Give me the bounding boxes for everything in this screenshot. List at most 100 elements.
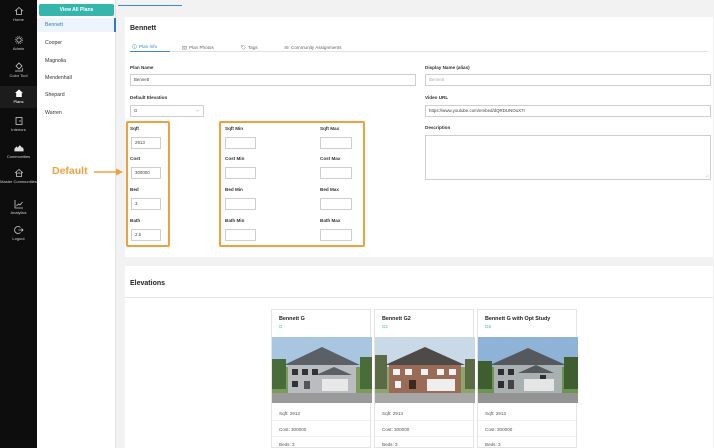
cost-input[interactable]: 300000 bbox=[131, 167, 161, 179]
tab-label: Plan Photos bbox=[189, 44, 214, 50]
bath-label: Bath bbox=[130, 218, 141, 223]
description-textarea[interactable] bbox=[425, 135, 711, 180]
elevation-name: Bennett G with Opt Study bbox=[485, 316, 551, 322]
plan-name-label: Plan Name bbox=[130, 65, 154, 70]
sqft-max-label: Sqft Max bbox=[320, 126, 340, 131]
tab-plan-photos[interactable]: Plan Photos bbox=[182, 42, 214, 52]
divider bbox=[272, 436, 372, 437]
nav-item-logout[interactable]: Logout bbox=[0, 225, 37, 244]
plans-list: View All Plans Bennett Cooper Magnolia M… bbox=[37, 0, 116, 448]
tab-tags[interactable]: Tags bbox=[241, 42, 258, 52]
elevation-code: G bbox=[279, 324, 283, 329]
bed-input[interactable]: 3 bbox=[131, 198, 161, 210]
nav-item-analytics[interactable]: Analytics bbox=[0, 199, 37, 218]
neighborhood-icon bbox=[13, 145, 24, 152]
tab-community-assignments[interactable]: Community Assignments bbox=[284, 42, 342, 52]
bed-max-input[interactable] bbox=[320, 198, 352, 210]
paint-bucket-icon bbox=[14, 62, 23, 72]
house-icon bbox=[14, 89, 23, 97]
sqft-input[interactable]: 2913 bbox=[131, 137, 161, 149]
video-url-label: Video URL bbox=[425, 95, 449, 100]
bath-min-input[interactable] bbox=[225, 229, 256, 241]
home-icon bbox=[14, 6, 23, 15]
elevation-house-photo bbox=[272, 337, 372, 403]
elevation-sqft: Sqft: 2913 bbox=[382, 411, 403, 416]
nav-label: Master Communities bbox=[0, 179, 37, 184]
elevation-card[interactable]: Bennett G2 G2 Sqft: 2913 Cost: 300000 Be… bbox=[374, 309, 475, 448]
plan-list-item[interactable]: Mendenhall bbox=[37, 71, 116, 85]
resize-grip-icon[interactable] bbox=[705, 174, 709, 178]
elevation-cost: Cost: 300000 bbox=[485, 427, 513, 432]
bed-label: Bed bbox=[130, 187, 139, 192]
bed-min-label: Bed Min bbox=[225, 187, 243, 192]
gear-icon bbox=[14, 35, 23, 45]
display-name-input[interactable]: Bennett bbox=[425, 74, 711, 86]
divider bbox=[375, 420, 475, 421]
bath-max-input[interactable] bbox=[320, 229, 352, 241]
sqft-min-label: Sqft Min bbox=[225, 126, 244, 131]
nav-item-master-communities[interactable]: Master Communities bbox=[0, 168, 37, 194]
nav-item-home[interactable]: Home bbox=[0, 6, 37, 25]
nav-label: Communities bbox=[6, 154, 31, 159]
divider bbox=[375, 436, 475, 437]
nav-item-communities[interactable]: Communities bbox=[0, 143, 37, 162]
nav-item-interiors[interactable]: Interiors bbox=[0, 116, 37, 135]
divider bbox=[272, 420, 372, 421]
elevation-house-photo bbox=[478, 337, 578, 403]
elevations-title: Elevations bbox=[130, 280, 166, 287]
plan-list-item[interactable]: Warren bbox=[37, 106, 116, 120]
tag-icon bbox=[241, 44, 246, 50]
nav-label: Analytics bbox=[10, 210, 27, 215]
elevation-card[interactable]: Bennett G G Sqft: 2913 Cost: 300000 Beds… bbox=[271, 309, 372, 448]
nav-item-admin[interactable]: Admin bbox=[0, 35, 37, 54]
cost-max-label: Cost Max bbox=[320, 156, 341, 161]
logout-icon bbox=[13, 226, 24, 234]
nav-label: Color Tool bbox=[9, 73, 28, 78]
plan-list-item[interactable]: Shepard bbox=[37, 88, 116, 102]
description-label: Description bbox=[425, 125, 451, 130]
tab-label: Plan Info bbox=[139, 44, 158, 49]
tab-plan-info[interactable]: Plan Info bbox=[130, 42, 170, 52]
plan-title: Bennett bbox=[130, 25, 157, 32]
nav-item-color-tool[interactable]: Color Tool bbox=[0, 62, 37, 81]
bed-min-input[interactable] bbox=[225, 198, 256, 210]
default-elevation-select[interactable]: G bbox=[130, 105, 204, 117]
plan-list-item[interactable]: Cooper bbox=[37, 36, 116, 50]
elevation-card[interactable]: Bennett G with Opt Study GS Sqft: 2913 C… bbox=[477, 309, 578, 448]
elevation-code: GS bbox=[485, 324, 492, 329]
sqft-label: Sqft bbox=[130, 126, 139, 131]
cost-min-input[interactable] bbox=[225, 167, 256, 179]
nav-label: Home bbox=[13, 17, 24, 22]
elevation-sqft: Sqft: 2913 bbox=[485, 411, 506, 416]
divider bbox=[478, 436, 578, 437]
nav-item-plans[interactable]: Plans bbox=[0, 86, 37, 108]
plan-info-card: Bennett Plan Info Plan Photos Tags Commu… bbox=[125, 17, 713, 257]
cost-min-label: Cost Min bbox=[225, 156, 245, 161]
elevation-house-photo bbox=[375, 337, 475, 403]
main-content: Bennett Plan Info Plan Photos Tags Commu… bbox=[116, 0, 714, 448]
default-elevation-label: Default Elevation bbox=[130, 95, 168, 100]
bath-input[interactable]: 2.5 bbox=[131, 229, 161, 241]
info-icon bbox=[132, 44, 137, 49]
elevation-name: Bennett G bbox=[279, 316, 305, 322]
camera-icon bbox=[182, 45, 187, 49]
elevation-cost: Cost: 300000 bbox=[382, 427, 410, 432]
elevation-name: Bennett G2 bbox=[382, 316, 411, 322]
plan-name-input[interactable]: Bennett bbox=[130, 74, 416, 86]
elevation-beds: Beds: 3 bbox=[279, 442, 295, 447]
default-elevation-value: G bbox=[134, 108, 138, 113]
elevation-cost: Cost: 300000 bbox=[279, 427, 307, 432]
cost-label: Cost bbox=[130, 156, 141, 161]
plan-tabs: Plan Info Plan Photos Tags Community Ass… bbox=[130, 42, 708, 52]
sqft-min-input[interactable] bbox=[225, 137, 256, 149]
plan-list-item[interactable]: Magnolia bbox=[37, 54, 116, 68]
display-name-label: Display Name (alias) bbox=[425, 65, 470, 70]
plan-list-item[interactable]: Bennett bbox=[37, 18, 116, 32]
list-icon bbox=[284, 45, 289, 49]
view-all-plans-button[interactable]: View All Plans bbox=[39, 4, 114, 16]
sqft-max-input[interactable] bbox=[320, 137, 352, 149]
nav-label: Admin bbox=[12, 46, 25, 51]
master-community-icon bbox=[14, 168, 23, 177]
video-url-input[interactable]: https://www.youtube.com/embed/dQRDUNOuX7… bbox=[425, 105, 711, 117]
cost-max-input[interactable] bbox=[320, 167, 352, 179]
